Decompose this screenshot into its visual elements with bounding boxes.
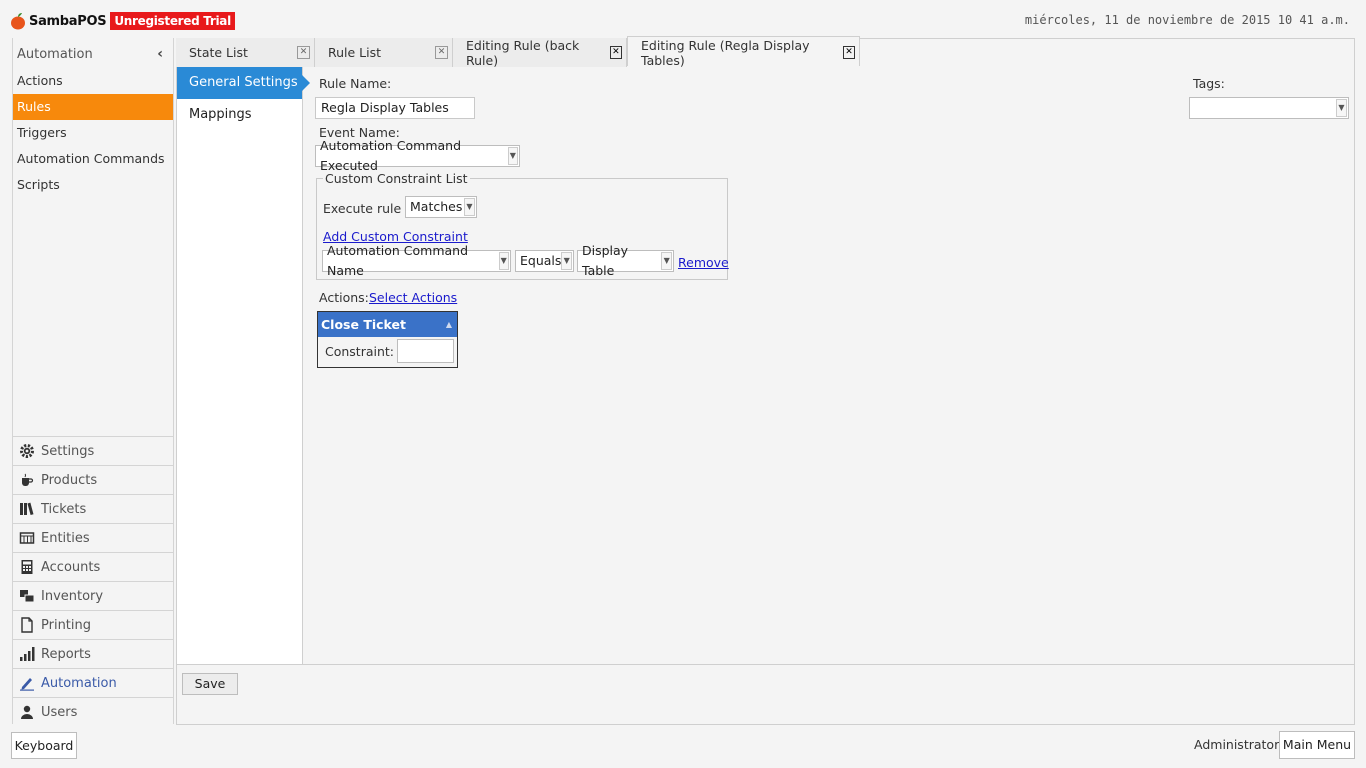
category-tickets[interactable]: Tickets	[13, 494, 173, 523]
brand-name: SambaPOS	[29, 13, 107, 29]
left-navigation-panel: Automation ‹ Actions Rules Triggers Auto…	[12, 38, 174, 724]
category-label: Tickets	[41, 501, 87, 517]
select-actions-link[interactable]: Select Actions	[369, 290, 457, 305]
chevron-down-icon: ▼	[1336, 99, 1347, 117]
action-card: Close Ticket ▲ Constraint:	[317, 311, 458, 368]
tab-editing-regla-display-tables[interactable]: Editing Rule (Regla Display Tables) ✕	[627, 36, 860, 68]
sambapos-logo-icon	[11, 13, 25, 30]
chevron-down-icon: ▼	[498, 252, 509, 270]
category-inventory[interactable]: Inventory	[13, 581, 173, 610]
chevron-down-icon: ▼	[561, 252, 572, 270]
event-name-value: Automation Command Executed	[320, 138, 462, 173]
rule-name-label: Rule Name:	[319, 76, 392, 91]
subnav-general-settings[interactable]: General Settings	[177, 67, 310, 99]
category-label: Settings	[41, 443, 95, 459]
menu-item-triggers[interactable]: Triggers	[13, 120, 173, 146]
action-constraint-input[interactable]	[397, 339, 454, 363]
constraint-field-value: Automation Command Name	[327, 243, 469, 278]
category-label: Users	[41, 704, 78, 720]
category-products[interactable]: Products	[13, 465, 173, 494]
category-automation[interactable]: Automation	[13, 668, 173, 697]
collapse-arrow-icon[interactable]: ▲	[446, 312, 452, 337]
current-user-label: Administrator	[1194, 737, 1280, 752]
action-title: Close Ticket	[321, 317, 406, 332]
tab-rule-list[interactable]: Rule List ✕	[315, 38, 453, 67]
remove-constraint-link[interactable]: Remove	[678, 255, 729, 270]
save-button[interactable]: Save	[182, 673, 238, 695]
calculator-icon	[21, 560, 33, 574]
action-card-header[interactable]: Close Ticket ▲	[318, 312, 457, 337]
chevron-down-icon: ▼	[661, 252, 672, 270]
tags-label: Tags:	[1193, 76, 1225, 91]
menu-item-actions[interactable]: Actions	[13, 68, 173, 94]
tab-state-list[interactable]: State List ✕	[176, 38, 315, 67]
books-icon	[20, 502, 34, 516]
document-icon	[21, 617, 33, 633]
chevron-down-icon: ▼	[507, 147, 518, 165]
close-icon[interactable]: ✕	[609, 46, 622, 59]
constraint-field-dropdown[interactable]: Automation Command Name ▼	[322, 243, 511, 278]
category-label: Printing	[41, 617, 92, 633]
category-label: Inventory	[41, 588, 104, 604]
keyboard-button[interactable]: Keyboard	[11, 732, 77, 759]
menu-item-scripts[interactable]: Scripts	[13, 172, 173, 198]
table-icon	[19, 532, 35, 544]
category-users[interactable]: Users	[13, 697, 173, 726]
subnav-mappings[interactable]: Mappings	[177, 99, 302, 131]
bar-chart-icon	[20, 647, 35, 661]
event-name-dropdown[interactable]: Automation Command Executed ▼	[315, 138, 520, 173]
coffee-cup-icon	[22, 473, 34, 486]
trial-badge: Unregistered Trial	[110, 12, 235, 30]
chevron-down-icon: ▼	[464, 198, 475, 216]
section-header[interactable]: Automation ‹	[13, 42, 173, 66]
tab-label: Rule List	[328, 45, 382, 60]
section-title: Automation	[17, 46, 93, 62]
execute-rule-value: Matches	[410, 199, 463, 214]
constraint-operator-value: Equals	[520, 253, 562, 268]
category-list: Settings Products Tickets Entities Accou…	[13, 436, 173, 726]
close-icon[interactable]: ✕	[435, 46, 448, 59]
category-label: Accounts	[41, 559, 101, 575]
category-entities[interactable]: Entities	[13, 523, 173, 552]
main-menu-button[interactable]: Main Menu	[1279, 731, 1355, 759]
category-printing[interactable]: Printing	[13, 610, 173, 639]
datetime-display: miércoles, 11 de noviembre de 2015 10 41…	[1024, 13, 1350, 27]
boxes-icon	[20, 590, 35, 603]
category-settings[interactable]: Settings	[13, 436, 173, 465]
action-constraint-label: Constraint:	[325, 343, 395, 359]
rule-name-input[interactable]: Regla Display Tables	[315, 97, 475, 119]
tab-label: Editing Rule (back Rule)	[466, 37, 580, 68]
tags-dropdown[interactable]: ▼	[1189, 97, 1349, 119]
automation-menu: Actions Rules Triggers Automation Comman…	[13, 68, 173, 198]
tab-label: Editing Rule (Regla Display Tables)	[641, 37, 810, 68]
settings-subnav: General Settings Mappings	[177, 67, 310, 664]
custom-constraint-legend: Custom Constraint List	[323, 171, 470, 186]
close-icon[interactable]: ✕	[297, 46, 310, 59]
tab-label: State List	[189, 45, 248, 60]
constraint-value-dropdown[interactable]: Display Table ▼	[577, 243, 674, 278]
action-constraint-row: Constraint:	[318, 337, 457, 363]
category-reports[interactable]: Reports	[13, 639, 173, 668]
category-label: Entities	[41, 530, 90, 546]
category-label: Automation	[41, 675, 117, 691]
tab-editing-back-rule[interactable]: Editing Rule (back Rule) ✕	[453, 37, 627, 68]
bottom-divider	[177, 664, 1354, 665]
menu-item-automation-commands[interactable]: Automation Commands	[13, 146, 173, 172]
user-icon	[21, 705, 33, 719]
execute-rule-dropdown[interactable]: Matches ▼	[405, 196, 477, 218]
constraint-operator-dropdown[interactable]: Equals ▼	[515, 250, 574, 272]
actions-label: Actions:	[319, 290, 369, 305]
category-accounts[interactable]: Accounts	[13, 552, 173, 581]
constraint-value-text: Display Table	[582, 243, 629, 278]
menu-item-rules[interactable]: Rules	[13, 94, 173, 120]
document-tabs: State List ✕ Rule List ✕ Editing Rule (b…	[176, 36, 860, 68]
category-label: Products	[41, 472, 98, 488]
app-logo: SambaPOS Unregistered Trial	[10, 10, 235, 32]
category-label: Reports	[41, 646, 91, 662]
pencil-icon	[20, 678, 34, 691]
close-icon[interactable]: ✕	[843, 46, 855, 59]
collapse-chevron-icon[interactable]: ‹	[157, 46, 163, 62]
execute-rule-label: Execute rule if	[323, 201, 414, 216]
gear-icon	[20, 444, 34, 458]
